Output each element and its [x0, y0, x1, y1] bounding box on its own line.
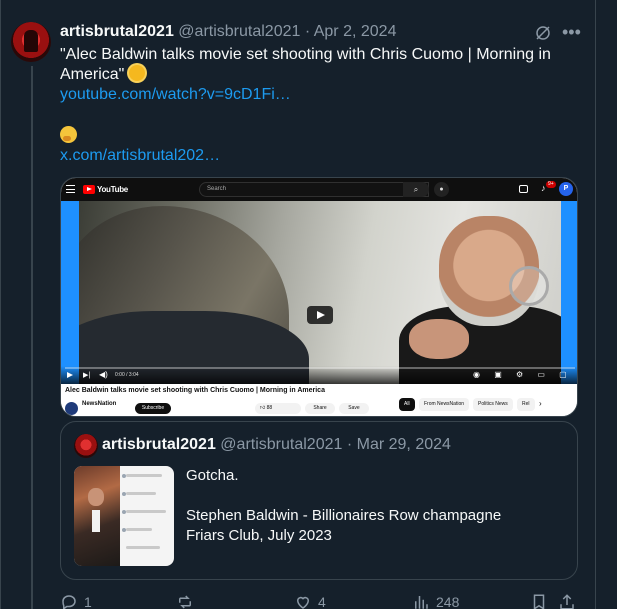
tweet-text-second: x.com/artisbrutal202…	[60, 146, 560, 166]
video-person-hand	[409, 319, 469, 359]
thumbnail-text-line	[126, 492, 156, 495]
search-icon: ⌕	[403, 182, 429, 197]
thumbnail-shirt	[92, 510, 100, 532]
tweet-text: "Alec Baldwin talks movie set shooting w…	[60, 45, 560, 105]
youtube-search-box: Search	[199, 182, 429, 197]
repost-icon	[179, 595, 191, 609]
thumbnail-text-line	[126, 510, 166, 513]
timeline-border-left	[0, 0, 1, 609]
header-separator: ·	[304, 23, 311, 40]
volume-icon: ◀)	[99, 370, 108, 379]
youtube-top-bar: YouTube Search ⌕ ● ♪ 9+ P	[61, 178, 577, 201]
youtube-video-title: Alec Baldwin talks movie set shooting wi…	[65, 387, 325, 394]
views-button[interactable]: 248	[412, 593, 459, 609]
chip-politics-news: Politics News	[473, 398, 513, 411]
quoted-author-handle: @artisbrutal2021	[220, 436, 343, 453]
chevron-right-icon: ›	[539, 399, 542, 408]
like-tweet-button[interactable]: 4	[294, 593, 326, 609]
quoted-tweet-date: Mar 29, 2024	[356, 436, 451, 453]
channel-logo-icon	[65, 402, 78, 415]
bell-icon: ♪	[541, 183, 546, 193]
like-button: 👍︎ 88	[255, 403, 301, 414]
repost-button[interactable]	[176, 593, 200, 609]
video-frame	[79, 201, 561, 384]
timeline-border-right	[595, 0, 596, 609]
thumbnail-text-line	[126, 474, 162, 477]
quoted-tweet-header: artisbrutal2021 @artisbrutal2021 · Mar 2…	[102, 436, 451, 454]
views-icon	[415, 596, 428, 609]
youtube-logo-icon	[83, 185, 95, 194]
share-icon	[560, 594, 574, 609]
quoted-author-avatar	[74, 434, 98, 458]
avatar-figure	[24, 30, 38, 52]
video-player: ▶| ◀) 0:00 / 3:04 ◉ ▣ ⚙ ▭ ▢ ⛶	[61, 201, 577, 384]
video-time: 0:00 / 3:04	[115, 372, 139, 378]
save-button: Save	[339, 403, 369, 414]
create-icon	[519, 185, 528, 193]
chip-related: Rel	[517, 398, 535, 411]
video-progress-bar	[65, 367, 575, 369]
thread-connector-line	[31, 66, 33, 609]
bookmark-button[interactable]	[530, 593, 548, 609]
share-button: Share	[305, 403, 335, 414]
quoted-tweet-thumbnail	[74, 466, 174, 566]
tweet-actions: 1 4 248	[60, 593, 580, 609]
tweet-date[interactable]: Apr 2, 2024	[314, 23, 397, 40]
quoted-author-display-name: artisbrutal2021	[102, 436, 216, 453]
thumbnail-text-line	[126, 546, 160, 549]
reply-icon	[62, 595, 76, 609]
author-display-name[interactable]: artisbrutal2021	[60, 23, 174, 40]
profile-avatar: P	[559, 182, 573, 196]
video-microphone	[509, 266, 549, 306]
quoted-text-line-1: Gotcha.	[186, 467, 239, 484]
player-settings-icons: ◉ ▣ ⚙ ▭ ▢ ⛶	[473, 370, 577, 379]
quoted-text-line-2: Stephen Baldwin - Billionaires Row champ…	[186, 507, 502, 524]
youtube-brand: YouTube	[97, 185, 128, 194]
share-tweet-button[interactable]	[558, 593, 576, 609]
notification-badge: 9+	[546, 181, 556, 188]
more-options-icon[interactable]: •••	[562, 22, 581, 43]
channel-name: NewsNation	[82, 401, 117, 407]
thinking-face-emoji-icon	[60, 126, 77, 143]
thumbnail-text-line	[126, 528, 152, 531]
tweet-header: artisbrutal2021 @artisbrutal2021 · Apr 2…	[60, 23, 396, 41]
play-icon	[307, 306, 333, 324]
control-next-icon: ▶|	[83, 372, 91, 379]
youtube-info-section: Alec Baldwin talks movie set shooting wi…	[61, 384, 577, 416]
youtube-screenshot-image[interactable]: YouTube Search ⌕ ● ♪ 9+ P ▶| ◀) 0:00 / 3…	[60, 177, 578, 417]
menu-icon	[66, 185, 75, 193]
quoted-tweet[interactable]: artisbrutal2021 @artisbrutal2021 · Mar 2…	[60, 421, 578, 580]
sun-with-face-emoji-icon	[128, 65, 145, 81]
quoted-header-separator: ·	[346, 436, 353, 453]
author-handle[interactable]: @artisbrutal2021	[178, 23, 300, 40]
thumbnail-face	[88, 488, 104, 506]
like-count: 88	[266, 405, 273, 411]
like-tweet-count: 4	[318, 594, 326, 609]
x-link[interactable]: x.com/artisbrutal202…	[60, 147, 220, 164]
subscribe-button: Subscribe	[135, 403, 171, 414]
bookmark-icon	[533, 594, 545, 609]
quoted-text-line-3: Friars Club, July 2023	[186, 527, 332, 544]
chip-all: All	[399, 398, 415, 411]
microphone-icon: ●	[434, 182, 449, 197]
quoted-tweet-text: Gotcha. Stephen Baldwin - Billionaires R…	[186, 466, 546, 546]
reply-count: 1	[84, 594, 92, 609]
heart-icon	[296, 596, 310, 609]
reply-button[interactable]: 1	[60, 593, 92, 609]
youtube-link[interactable]: youtube.com/watch?v=9cD1Fi…	[60, 86, 291, 103]
grok-icon[interactable]	[534, 24, 552, 42]
control-play-icon	[67, 372, 73, 378]
views-count: 248	[436, 594, 460, 609]
chip-from-newsnation: From NewsNation	[419, 398, 470, 411]
quoted-text-spacer	[186, 486, 546, 506]
